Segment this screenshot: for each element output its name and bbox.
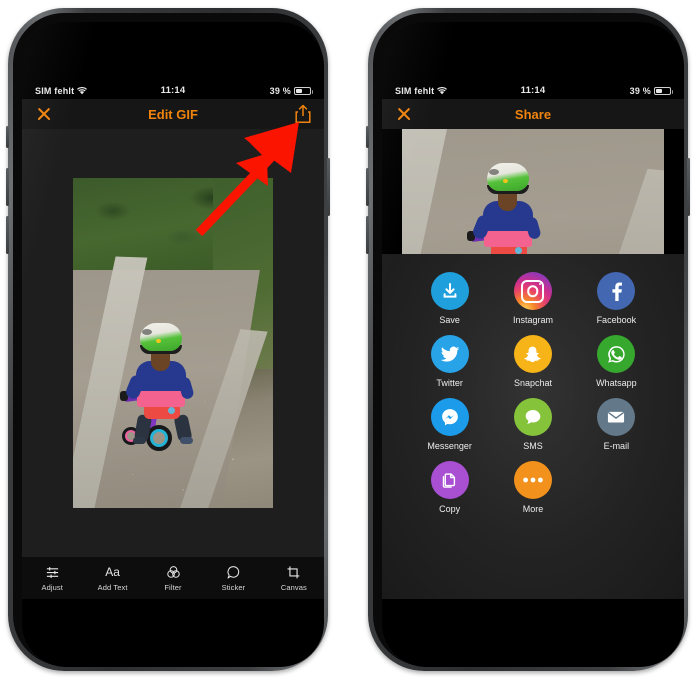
share-option-messenger[interactable]: Messenger xyxy=(408,398,491,451)
battery-percent-label-right: 39 % xyxy=(629,85,651,96)
app-screen-left: SIM fehlt 11:14 39 % Edit GIF Adjust Aa … xyxy=(22,82,324,599)
copy-pages-icon xyxy=(430,461,469,499)
tool-adjust-label: Adjust xyxy=(41,582,63,592)
page-title-right: Share xyxy=(514,106,552,122)
child-on-bike-subject xyxy=(120,323,195,452)
status-bar-clock-right: 11:14 xyxy=(520,85,546,96)
volume-up-button-left[interactable] xyxy=(6,168,9,206)
share-option-more-label: More xyxy=(522,504,544,514)
volume-down-button-right[interactable] xyxy=(366,216,369,254)
share-options-grid: Save Instagram Facebook Twitter Snapchat… xyxy=(382,254,684,514)
snapchat-ghost-icon xyxy=(513,335,552,373)
navigation-bar-right: Share xyxy=(382,99,684,129)
share-option-whatsapp-label: Whatsapp xyxy=(596,378,637,388)
share-option-more[interactable]: More xyxy=(491,461,574,514)
device-screen-right: SIM fehlt 11:14 39 % Share Save Instagra… xyxy=(382,22,684,667)
iphone-device-right: SIM fehlt 11:14 39 % Share Save Instagra… xyxy=(366,8,690,671)
share-preview-image xyxy=(382,129,684,254)
battery-percent-label: 39 % xyxy=(269,85,291,96)
share-option-facebook[interactable]: Facebook xyxy=(575,272,658,325)
iphone-device-left: SIM fehlt 11:14 39 % Edit GIF Adjust Aa … xyxy=(6,8,330,671)
screenshot-root: SIM fehlt 11:14 39 % Edit GIF Adjust Aa … xyxy=(0,0,700,679)
text-aa-icon: Aa xyxy=(105,565,120,579)
tool-filter-label: Filter xyxy=(164,582,182,592)
status-bar-battery-group-right: 39 % xyxy=(545,85,673,96)
wifi-icon xyxy=(437,86,448,95)
tool-canvas[interactable]: Canvas xyxy=(264,565,324,592)
sliders-icon xyxy=(45,565,60,580)
device-bezel-left: SIM fehlt 11:14 39 % Edit GIF Adjust Aa … xyxy=(13,13,324,667)
child-on-bike-subject xyxy=(466,163,542,254)
speech-bubble-icon xyxy=(513,398,552,436)
share-option-instagram[interactable]: Instagram xyxy=(491,272,574,325)
sticker-icon xyxy=(226,565,241,580)
status-bar-left: SIM fehlt 11:14 39 % xyxy=(22,82,324,99)
tool-adjust[interactable]: Adjust xyxy=(22,565,82,592)
power-button-right[interactable] xyxy=(687,158,690,216)
crop-frame-icon xyxy=(286,565,301,580)
volume-up-button-right[interactable] xyxy=(366,168,369,206)
share-option-facebook-label: Facebook xyxy=(596,315,637,325)
device-bezel-right: SIM fehlt 11:14 39 % Share Save Instagra… xyxy=(373,13,684,667)
close-icon[interactable] xyxy=(394,104,414,124)
share-option-whatsapp[interactable]: Whatsapp xyxy=(575,335,658,388)
editor-toolbar: Adjust Aa Add Text Filter Sticker Canvas xyxy=(22,557,324,599)
app-screen-right: SIM fehlt 11:14 39 % Share Save Instagra… xyxy=(382,82,684,599)
tool-add-text-label: Add Text xyxy=(97,582,128,592)
share-option-email-label: E-mail xyxy=(603,441,630,451)
status-bar-right: SIM fehlt 11:14 39 % xyxy=(382,82,684,99)
battery-icon xyxy=(654,86,673,95)
status-bar-carrier-group: SIM fehlt xyxy=(35,86,161,96)
carrier-label: SIM fehlt xyxy=(35,85,75,96)
share-sheet: Save Instagram Facebook Twitter Snapchat… xyxy=(382,254,684,599)
facebook-icon xyxy=(597,272,636,310)
tool-filter[interactable]: Filter xyxy=(143,565,203,592)
page-title: Edit GIF xyxy=(148,106,198,122)
share-option-instagram-label: Instagram xyxy=(512,315,553,325)
gif-preview-canvas[interactable] xyxy=(22,129,324,557)
device-screen-left: SIM fehlt 11:14 39 % Edit GIF Adjust Aa … xyxy=(22,22,324,667)
share-option-messenger-label: Messenger xyxy=(427,441,472,451)
silent-switch-right[interactable] xyxy=(366,126,369,148)
download-icon xyxy=(430,272,469,310)
share-option-save[interactable]: Save xyxy=(408,272,491,325)
share-option-email[interactable]: E-mail xyxy=(575,398,658,451)
share-option-twitter-label: Twitter xyxy=(436,378,463,388)
close-icon[interactable] xyxy=(34,104,54,124)
battery-icon xyxy=(294,86,313,95)
share-option-copy-label: Copy xyxy=(439,504,461,514)
filter-circles-icon xyxy=(166,565,181,580)
whatsapp-icon xyxy=(597,335,636,373)
share-option-snapchat[interactable]: Snapchat xyxy=(491,335,574,388)
status-bar-battery-group: 39 % xyxy=(185,85,313,96)
share-option-snapchat-label: Snapchat xyxy=(513,378,552,388)
share-option-save-label: Save xyxy=(439,315,460,325)
volume-down-button-left[interactable] xyxy=(6,216,9,254)
share-option-twitter[interactable]: Twitter xyxy=(408,335,491,388)
ellipsis-icon xyxy=(513,461,552,499)
twitter-bird-icon xyxy=(430,335,469,373)
silent-switch-left[interactable] xyxy=(6,126,9,148)
messenger-icon xyxy=(430,398,469,436)
tool-sticker[interactable]: Sticker xyxy=(203,565,263,592)
status-bar-clock: 11:14 xyxy=(160,85,186,96)
tool-sticker-label: Sticker xyxy=(221,582,246,592)
tool-canvas-label: Canvas xyxy=(280,582,307,592)
navigation-bar-left: Edit GIF xyxy=(22,99,324,129)
carrier-label-right: SIM fehlt xyxy=(395,85,435,96)
wifi-icon xyxy=(77,86,88,95)
share-option-sms-label: SMS xyxy=(523,441,543,451)
share-option-sms[interactable]: SMS xyxy=(491,398,574,451)
share-icon[interactable] xyxy=(294,104,312,124)
power-button-left[interactable] xyxy=(327,158,330,216)
status-bar-carrier-group-right: SIM fehlt xyxy=(395,86,521,96)
instagram-icon xyxy=(513,272,552,310)
share-option-copy[interactable]: Copy xyxy=(408,461,491,514)
envelope-icon xyxy=(597,398,636,436)
gif-preview-image xyxy=(73,178,273,508)
tool-add-text[interactable]: Aa Add Text xyxy=(82,565,142,592)
